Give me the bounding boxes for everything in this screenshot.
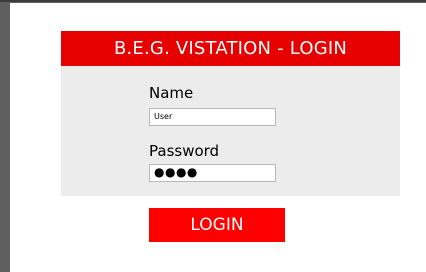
name-field[interactable]: User xyxy=(149,108,276,126)
window-frame: B.E.G. VISTATION - LOGIN Name User Passw… xyxy=(0,0,426,272)
top-strip xyxy=(0,0,426,2)
login-button[interactable]: LOGIN xyxy=(149,208,285,242)
login-header: B.E.G. VISTATION - LOGIN xyxy=(61,31,400,66)
name-label: Name xyxy=(149,84,194,102)
password-field[interactable]: ●●●● xyxy=(149,164,276,182)
login-panel: Name User Password ●●●● xyxy=(61,66,400,196)
login-page: B.E.G. VISTATION - LOGIN Name User Passw… xyxy=(10,3,426,272)
password-label: Password xyxy=(149,142,220,160)
